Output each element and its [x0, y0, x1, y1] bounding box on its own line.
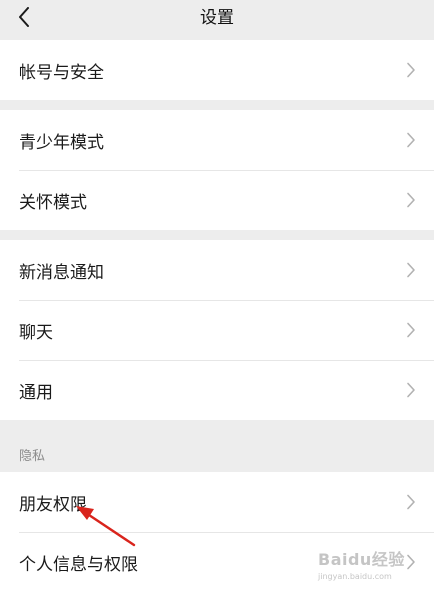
settings-item-label: 聊天 [19, 322, 53, 343]
settings-item-notifications[interactable]: 新消息通知 [0, 240, 434, 300]
settings-screen: 设置 帐号与安全 青少年模式 关怀模式 新消息通知 聊天 通用 隐私 朋友权限 … [0, 0, 434, 591]
settings-item-care-mode[interactable]: 关怀模式 [0, 170, 434, 230]
settings-item-general[interactable]: 通用 [0, 360, 434, 420]
settings-group-account: 帐号与安全 [0, 40, 434, 100]
settings-item-label: 青少年模式 [19, 132, 104, 153]
page-title: 设置 [200, 7, 234, 28]
settings-item-personal-info-permissions[interactable]: 个人信息与权限 [0, 532, 434, 591]
chevron-right-icon [407, 62, 415, 78]
settings-item-label: 关怀模式 [19, 192, 87, 213]
settings-item-label: 通用 [19, 382, 53, 403]
chevron-right-icon [407, 494, 415, 510]
settings-group-privacy: 朋友权限 个人信息与权限 [0, 472, 434, 591]
chevron-right-icon [407, 382, 415, 398]
chevron-right-icon [407, 192, 415, 208]
chevron-right-icon [407, 262, 415, 278]
nav-bar: 设置 [0, 0, 434, 40]
chevron-right-icon [407, 322, 415, 338]
chevron-right-icon [407, 554, 415, 570]
settings-item-friend-permissions[interactable]: 朋友权限 [0, 472, 434, 532]
section-header-privacy: 隐私 [19, 448, 46, 464]
settings-item-label: 帐号与安全 [19, 62, 104, 83]
settings-item-label: 朋友权限 [19, 494, 87, 515]
back-button[interactable] [4, 0, 44, 34]
settings-item-label: 个人信息与权限 [19, 554, 138, 575]
settings-item-chat[interactable]: 聊天 [0, 300, 434, 360]
settings-group-modes: 青少年模式 关怀模式 [0, 110, 434, 230]
chevron-left-icon [19, 7, 29, 27]
settings-item-label: 新消息通知 [19, 262, 104, 283]
settings-group-general: 新消息通知 聊天 通用 [0, 240, 434, 420]
settings-item-account-security[interactable]: 帐号与安全 [0, 40, 434, 100]
settings-item-youth-mode[interactable]: 青少年模式 [0, 110, 434, 170]
chevron-right-icon [407, 132, 415, 148]
